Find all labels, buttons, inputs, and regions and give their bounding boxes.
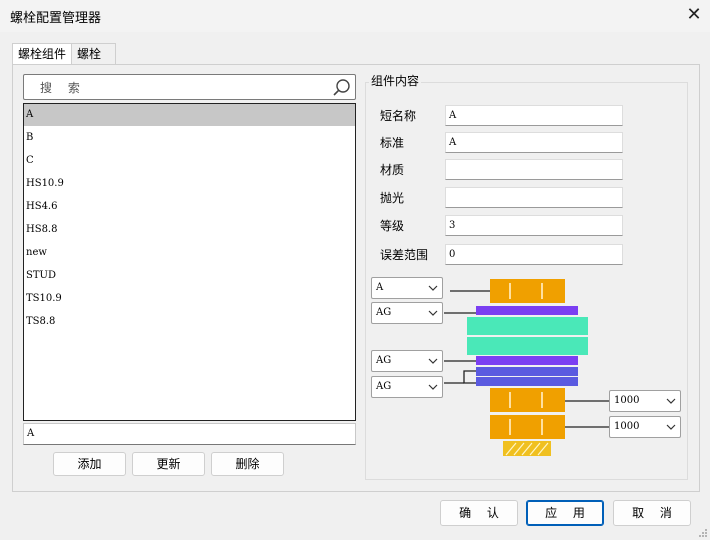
chevron-down-icon xyxy=(428,358,438,364)
nut-value-2: 1000 xyxy=(614,421,640,432)
tolerance-field[interactable]: 0 xyxy=(445,244,623,265)
finish-field[interactable] xyxy=(445,187,623,208)
list-item[interactable]: C xyxy=(24,150,355,172)
chevron-down-icon xyxy=(428,285,438,291)
bottom-washer-dropdown-2[interactable]: AG xyxy=(371,376,443,398)
search-placeholder: 搜 索 xyxy=(40,81,86,95)
search-icon[interactable] xyxy=(332,78,352,98)
top-washer-shape xyxy=(476,306,578,315)
part-shape xyxy=(467,337,588,355)
chevron-down-icon xyxy=(666,424,676,430)
bottom-washer-value-2: AG xyxy=(376,381,392,392)
cancel-button[interactable]: 取 消 xyxy=(613,500,691,526)
nut-value-1: 1000 xyxy=(614,395,640,406)
title-bar xyxy=(0,0,710,32)
field-label-short-name: 短名称 xyxy=(380,109,417,123)
field-label-finish: 抛光 xyxy=(380,191,405,205)
nut-dropdown-1[interactable]: 1000 xyxy=(609,390,681,412)
list-item[interactable]: B xyxy=(24,127,355,149)
nut-shape xyxy=(490,388,565,412)
bottom-washer-dropdown-1[interactable]: AG xyxy=(371,350,443,372)
assembly-name-field[interactable]: A xyxy=(23,423,356,445)
delete-button[interactable]: 删除 xyxy=(211,452,284,476)
bolt-type-dropdown[interactable]: A xyxy=(371,277,443,299)
material-field[interactable] xyxy=(445,159,623,180)
nut-dropdown-2[interactable]: 1000 xyxy=(609,416,681,438)
field-label-tolerance: 误差范围 xyxy=(380,248,429,262)
bottom-washer-shape xyxy=(476,377,578,386)
standard-field[interactable]: A xyxy=(445,132,623,153)
window-title: 螺栓配置管理器 xyxy=(10,11,102,26)
field-label-grade: 等级 xyxy=(380,219,405,233)
nut-shape xyxy=(490,415,565,439)
tab-bolt[interactable]: 螺栓 xyxy=(72,43,116,64)
top-washer-value: AG xyxy=(376,307,392,318)
bottom-washer-shape xyxy=(476,356,578,365)
bolt-assembly-diagram xyxy=(444,279,610,456)
chevron-down-icon xyxy=(428,384,438,390)
bolt-head-shape xyxy=(490,279,565,303)
field-label-standard: 标准 xyxy=(380,136,405,150)
list-item[interactable]: HS8.8 xyxy=(24,219,355,241)
list-item[interactable]: HS4.6 xyxy=(24,196,355,218)
list-item[interactable]: new xyxy=(24,242,355,264)
apply-button[interactable]: 应 用 xyxy=(526,500,604,526)
list-item[interactable]: A xyxy=(24,104,355,126)
list-item[interactable]: STUD xyxy=(24,265,355,287)
group-title: 组件内容 xyxy=(369,72,422,89)
chevron-down-icon xyxy=(666,398,676,404)
update-button[interactable]: 更新 xyxy=(132,452,205,476)
list-item[interactable]: TS10.9 xyxy=(24,288,355,310)
bottom-washer-shape xyxy=(476,367,578,376)
grade-field[interactable]: 3 xyxy=(445,215,623,236)
list-item[interactable]: TS8.8 xyxy=(24,311,355,333)
bottom-washer-value-1: AG xyxy=(376,355,392,366)
part-shape xyxy=(467,317,588,335)
short-name-field[interactable]: A xyxy=(445,105,623,126)
resize-grip-icon[interactable] xyxy=(698,528,708,538)
list-item[interactable]: HS10.9 xyxy=(24,173,355,195)
tab-bolt-assembly[interactable]: 螺栓组件 xyxy=(12,43,73,65)
bolt-type-value: A xyxy=(376,282,384,293)
close-icon[interactable]: ✕ xyxy=(683,4,705,26)
add-button[interactable]: 添加 xyxy=(53,452,126,476)
top-washer-dropdown[interactable]: AG xyxy=(371,302,443,324)
chevron-down-icon xyxy=(428,310,438,316)
field-label-material: 材质 xyxy=(380,163,405,177)
ok-button[interactable]: 确 认 xyxy=(440,500,518,526)
